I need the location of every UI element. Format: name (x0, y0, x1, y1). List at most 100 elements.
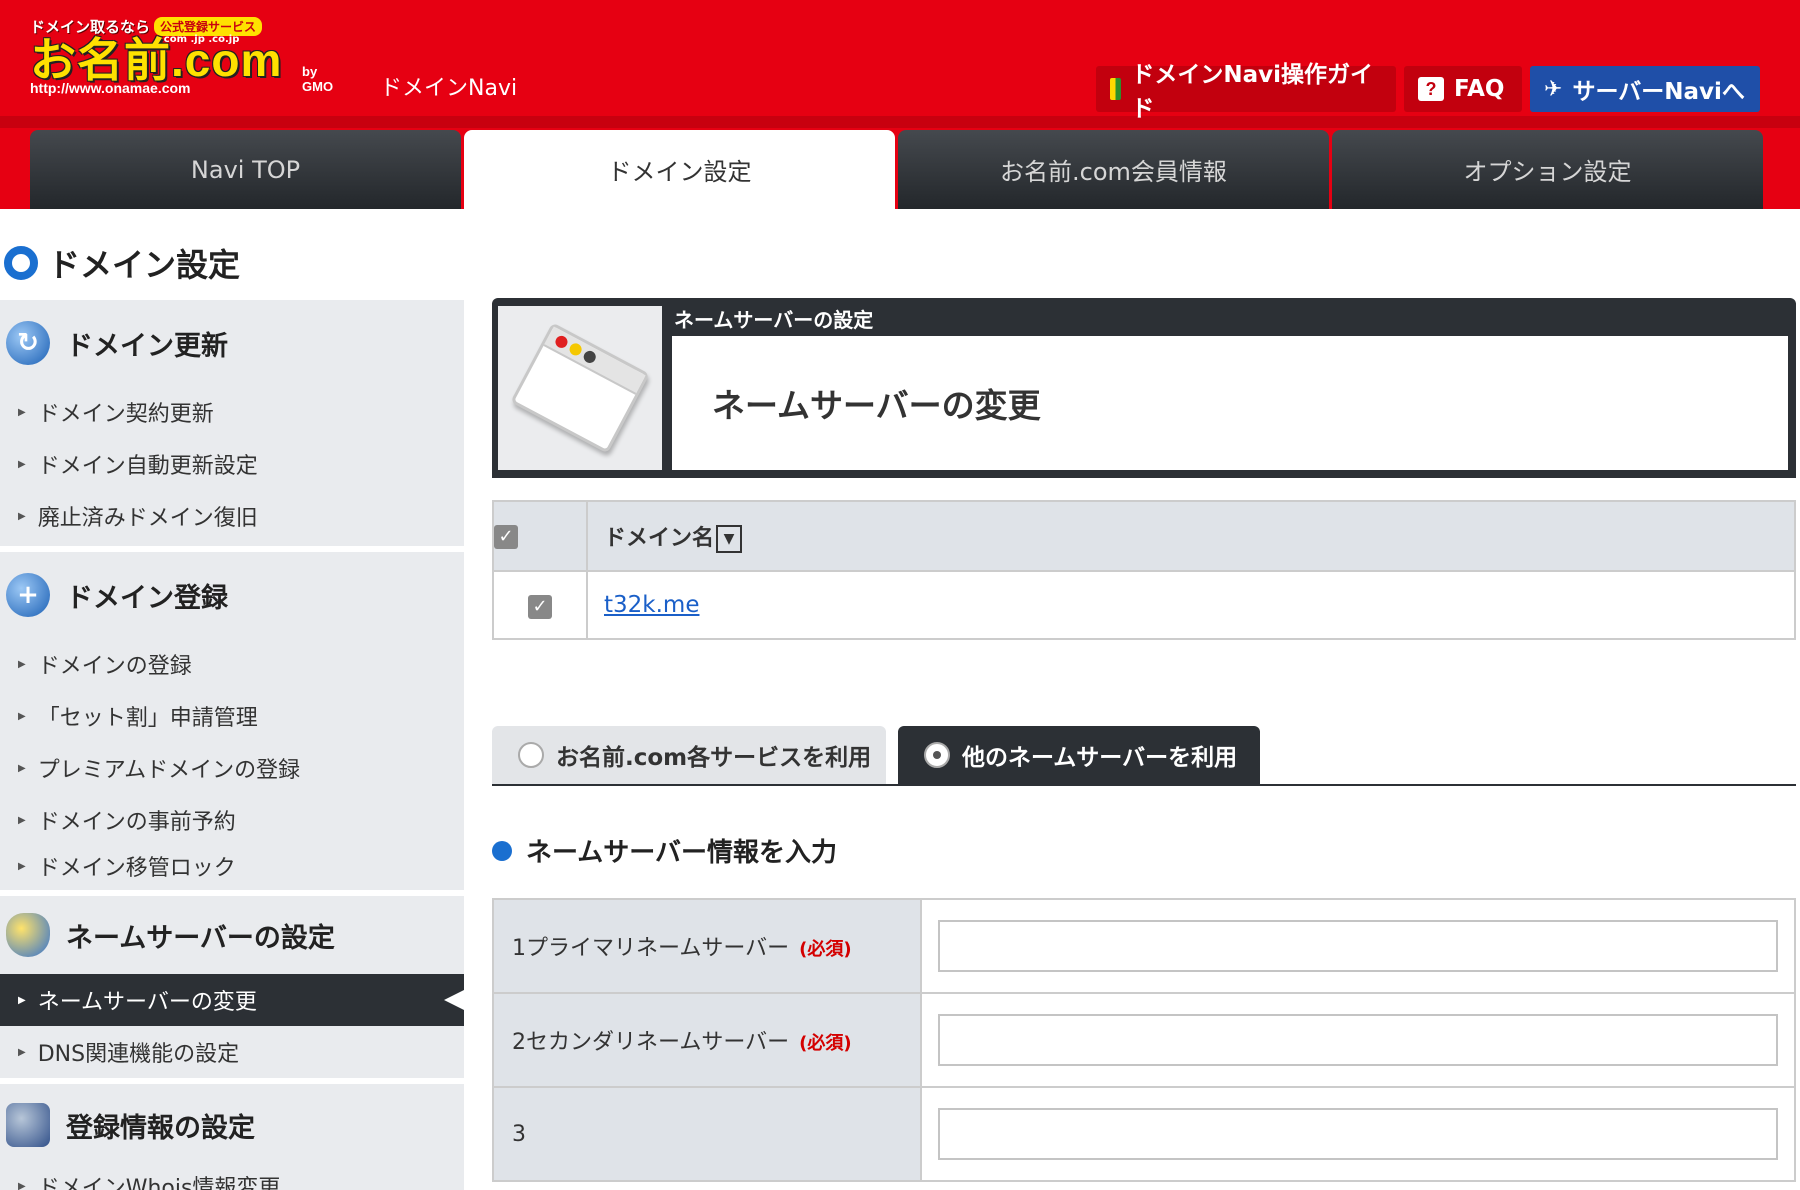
sidebar-item-auto-renewal[interactable]: ▶ ドメイン自動更新設定 (0, 438, 464, 490)
ring-icon (4, 246, 38, 280)
select-all-checkbox[interactable]: ✓ (494, 525, 518, 549)
arrow-right-icon: ▶ (18, 1180, 26, 1190)
sidebar-item-restore-domain[interactable]: ▶ 廃止済みドメイン復旧 (0, 490, 464, 542)
sidebar-item-label: ドメイン契約更新 (37, 402, 214, 427)
server-navi-button-label: サーバーNaviへ (1572, 79, 1745, 105)
domain-table: ✓ ドメイン名 ▼ ✓ t32k.me (492, 500, 1796, 640)
required-mark: (必須) (799, 939, 852, 960)
nameserver-row: 1プライマリネームサーバー (必須) (492, 898, 1796, 994)
panel-title: ネームサーバーの変更 (712, 386, 1041, 425)
row-checkbox[interactable]: ✓ (528, 594, 552, 619)
nameserver-label: 2セカンダリネームサーバー (512, 1030, 790, 1055)
sidebar-section-nameserver: ネームサーバーの設定 ▶ ネームサーバーの変更 ▶ DNS関連機能の設定 (0, 896, 464, 1078)
sidebar-item-label: ドメイン自動更新設定 (37, 454, 258, 479)
sidebar-item-dns-settings[interactable]: ▶ DNS関連機能の設定 (0, 1026, 464, 1078)
nameserver-label: 1プライマリネームサーバー (512, 936, 790, 961)
sidebar-item-label: ドメインの事前予約 (37, 810, 236, 835)
nameserver-icon (6, 913, 50, 957)
faq-button[interactable]: ? FAQ (1404, 66, 1522, 112)
nameserver-form-table: 1プライマリネームサーバー (必須) 2セカンダリネームサーバー (必須) 3 (492, 898, 1796, 1182)
option-other-nameserver[interactable]: 他のネームサーバーを利用 (898, 726, 1260, 784)
browser-window-icon (498, 306, 662, 470)
nameserver-label-cell: 2セカンダリネームサーバー (必須) (492, 992, 922, 1088)
nameserver-row: 3 (492, 1086, 1796, 1182)
section-heading-text: ネームサーバー情報を入力 (526, 838, 837, 868)
header-shade (0, 116, 1800, 128)
server-navi-button[interactable]: ✈ サーバーNaviへ (1530, 66, 1760, 112)
sidebar-item-whois[interactable]: ▶ ドメインWhois情報変更 (0, 1166, 464, 1190)
sidebar-section-title: ネームサーバーの設定 (66, 922, 335, 954)
panel-header: ネームサーバーの設定 ネームサーバーの変更 (492, 298, 1796, 478)
sidebar-section-registration-info: 登録情報の設定 ▶ ドメインWhois情報変更 (0, 1084, 464, 1190)
option-onamae-services[interactable]: お名前.com各サービスを利用 (492, 726, 886, 784)
question-icon: ? (1418, 77, 1444, 101)
maximize-dot-icon (581, 348, 598, 366)
tab-option-settings[interactable]: オプション設定 (1332, 130, 1763, 209)
sidebar-item-label: ドメイン移管ロック (37, 856, 236, 881)
tab-navi-top[interactable]: Navi TOP (30, 130, 461, 209)
wrench-icon: ✈ (1544, 76, 1563, 102)
arrow-right-icon: ▶ (18, 1046, 26, 1058)
sidebar-section-renew: ↻ ドメイン更新 ▶ ドメイン契約更新 ▶ ドメイン自動更新設定 ▶ 廃止済みドメイン… (0, 300, 464, 546)
nameserver-label-cell: 1プライマリネームサーバー (必須) (492, 898, 922, 994)
renew-icon: ↻ (6, 321, 50, 365)
radio-selected[interactable] (924, 742, 950, 768)
sort-dropdown-icon[interactable]: ▼ (716, 524, 743, 553)
arrow-right-icon: ▶ (18, 994, 26, 1006)
sidebar-item-premium-domain[interactable]: ▶ プレミアムドメインの登録 (0, 742, 464, 794)
sidebar-item-label: DNS関連機能の設定 (37, 1042, 240, 1067)
registration-icon (6, 1103, 50, 1147)
nameserver-input-cell (920, 898, 1796, 994)
page-title-text: ドメイン設定 (48, 246, 241, 284)
sidebar-section-title: ドメイン更新 (66, 330, 228, 362)
app-name: ドメインNavi (380, 76, 518, 101)
arrow-right-icon: ▶ (18, 458, 26, 470)
guide-button-label: ドメインNavi操作ガイド (1131, 62, 1374, 122)
main-content: ネームサーバーの設定 ネームサーバーの変更 ✓ ドメイン名 ▼ ✓ t32k.me… (492, 298, 1796, 1182)
guide-button[interactable]: ドメインNavi操作ガイド (1096, 62, 1396, 122)
sidebar-section-header[interactable]: + ドメイン登録 (0, 552, 464, 638)
sidebar-item-set-discount[interactable]: ▶ 「セット割」申請管理 (0, 690, 464, 742)
logo-gmo: by GMO (302, 64, 334, 94)
sidebar-item-transfer-lock[interactable]: ▶ ドメイン移管ロック (0, 846, 464, 886)
minimize-dot-icon (567, 341, 584, 358)
domain-link[interactable]: t32k.me (604, 592, 699, 618)
sidebar-item-pre-reservation[interactable]: ▶ ドメインの事前予約 (0, 794, 464, 846)
tab-member-info[interactable]: お名前.com会員情報 (898, 130, 1329, 209)
nameserver-row: 2セカンダリネームサーバー (必須) (492, 992, 1796, 1088)
logo-url: http://www.onamae.com (30, 80, 191, 96)
window-illustration (510, 322, 650, 454)
secondary-nameserver-input[interactable] (938, 1014, 1778, 1066)
page-title: ドメイン設定 (4, 240, 240, 286)
header: ドメイン取るなら 公式登録サービス .com .jp .co.jp お名前.co… (0, 0, 1800, 209)
tab-domain-settings[interactable]: ドメイン設定 (464, 130, 895, 209)
sidebar-item-label: ネームサーバーの変更 (37, 990, 257, 1015)
logo-wordmark: お名前.com (30, 34, 283, 86)
nameserver-3-input[interactable] (938, 1108, 1778, 1160)
panel-title-box: ネームサーバーの変更 (672, 336, 1788, 470)
sidebar-section-header[interactable]: 登録情報の設定 (0, 1084, 464, 1166)
table-row: ✓ t32k.me (492, 570, 1796, 640)
arrow-right-icon: ▶ (18, 814, 26, 826)
arrow-right-icon: ▶ (18, 406, 26, 418)
radio-unselected[interactable] (518, 742, 544, 768)
onamae-logo[interactable]: ドメイン取るなら 公式登録サービス .com .jp .co.jp お名前.co… (30, 14, 350, 102)
sidebar-section-title: ドメイン登録 (66, 582, 228, 614)
primary-nameserver-input[interactable] (938, 920, 1778, 972)
sidebar-section-title: 登録情報の設定 (66, 1112, 255, 1144)
sidebar-item-contract-renewal[interactable]: ▶ ドメイン契約更新 (0, 386, 464, 438)
sidebar: ↻ ドメイン更新 ▶ ドメイン契約更新 ▶ ドメイン自動更新設定 ▶ 廃止済みドメイン… (0, 300, 464, 1190)
select-all-cell: ✓ (492, 500, 588, 572)
sidebar-section-header[interactable]: ↻ ドメイン更新 (0, 300, 464, 386)
sidebar-item-label: ドメインの登録 (37, 654, 192, 679)
sidebar-item-label: ドメインWhois情報変更 (37, 1176, 281, 1190)
domain-cell: t32k.me (586, 570, 1796, 640)
panel-label: ネームサーバーの設定 (674, 308, 874, 332)
domain-name-header: ドメイン名 ▼ (586, 500, 1796, 572)
arrow-right-icon: ▶ (18, 860, 26, 872)
sidebar-item-register-domain[interactable]: ▶ ドメインの登録 (0, 638, 464, 690)
sidebar-item-change-nameserver[interactable]: ▶ ネームサーバーの変更 (0, 974, 464, 1026)
sidebar-section-header[interactable]: ネームサーバーの設定 (0, 896, 464, 974)
sidebar-item-label: 「セット割」申請管理 (37, 706, 258, 731)
sidebar-item-label: プレミアムドメインの登録 (37, 758, 301, 783)
